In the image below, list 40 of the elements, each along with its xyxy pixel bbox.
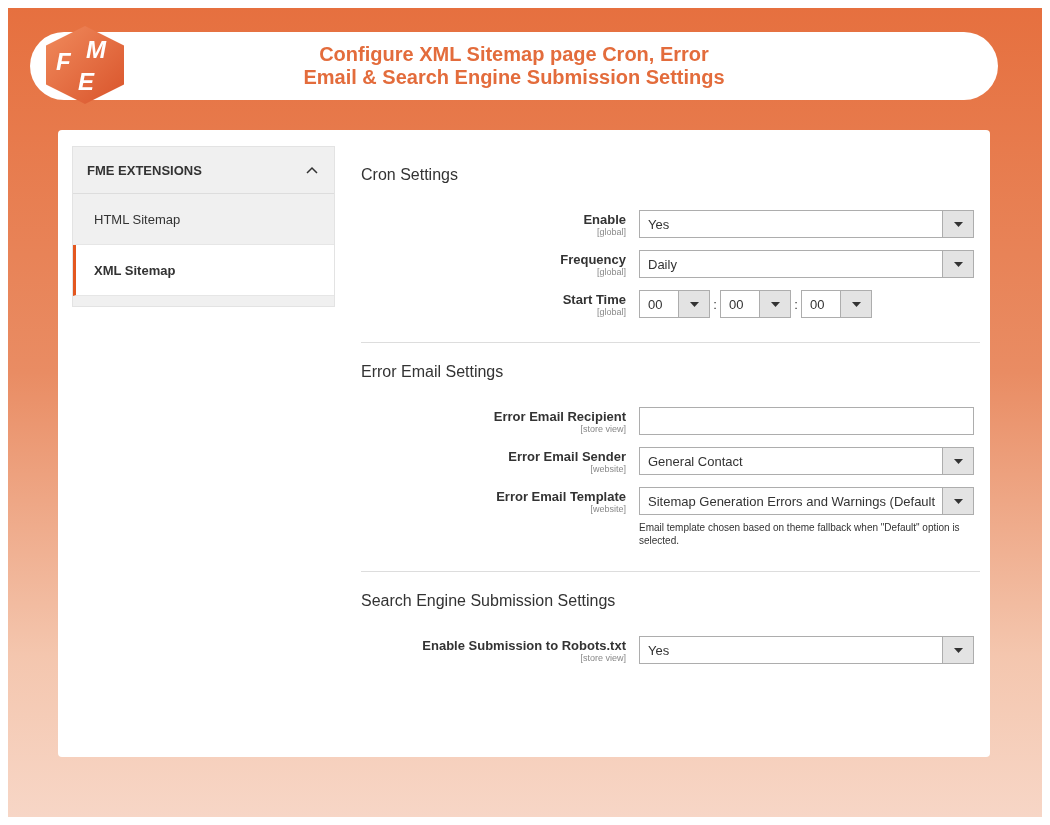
select-field[interactable]: Yes [639,636,974,664]
scope-label: [store view] [580,424,626,434]
select-field[interactable]: Sitemap Generation Errors and Warnings (Default [639,487,974,515]
dropdown-arrow-icon [953,498,963,504]
field-label: Error Email Template [496,489,626,504]
scope-label: [global] [596,307,626,317]
field-label: Error Email Sender [508,449,626,464]
time-separator: : [712,296,718,312]
scope-label: [website] [590,464,626,474]
chevron-icon [306,166,318,174]
sidebar-item[interactable]: XML Sitemap [73,245,334,296]
section-title: Error Email Settings [361,362,505,382]
field-note: Email template chosen based on theme fallback when "Default" option is selected. [639,521,961,547]
time-separator: : [793,296,799,312]
select-field[interactable]: Yes [639,210,974,238]
scope-label: [website] [590,504,626,514]
field-label: Error Email Recipient [493,409,626,424]
banner-title: Configure XML Sitemap page Cron, Error Email & Search Engine Submission Settings [303,43,725,89]
scope-label: [global] [596,267,626,277]
dropdown-arrow-icon [770,301,780,307]
field-label: Frequency [560,252,626,267]
dropdown-arrow-icon [953,261,963,267]
scope-label: [global] [596,227,626,237]
time-select[interactable]: 00 [639,290,710,318]
field-label: Enable Submission to Robots.txt [422,638,626,653]
dropdown-arrow-icon [689,301,699,307]
select-field[interactable]: Daily [639,250,974,278]
dropdown-arrow-icon [851,301,861,307]
dropdown-arrow-icon [953,647,963,653]
section-title: Cron Settings [361,165,459,185]
section-title: Search Engine Submission Settings [361,591,617,611]
field-label: Enable [583,212,626,227]
dropdown-arrow-icon [953,458,963,464]
select-field[interactable]: General Contact [639,447,974,475]
time-select[interactable]: 00 [720,290,791,318]
dropdown-arrow-icon [953,221,963,227]
field-label: Start Time [562,292,626,307]
scope-label: [store view] [580,653,626,663]
input-field[interactable] [639,407,974,435]
time-select[interactable]: 00 [801,290,872,318]
